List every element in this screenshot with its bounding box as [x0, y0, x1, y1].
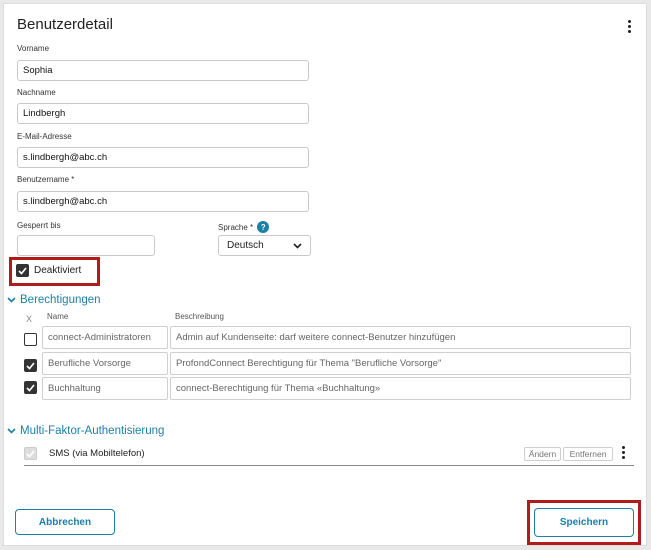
- username-field[interactable]: s.lindbergh@abc.ch: [17, 191, 309, 212]
- permission-description: connect-Berechtigung für Thema «Buchhalt…: [170, 377, 631, 400]
- mfa-change-button[interactable]: Ändern: [524, 447, 561, 461]
- permission-name: Buchhaltung: [42, 377, 168, 400]
- mfa-more-icon[interactable]: [622, 446, 626, 461]
- save-button[interactable]: Speichern: [534, 508, 634, 537]
- permission-checkbox[interactable]: [24, 333, 37, 346]
- user-detail-card: Benutzerdetail Vorname Sophia Nachname L…: [3, 3, 647, 546]
- email-field[interactable]: s.lindbergh@abc.ch: [17, 147, 309, 168]
- sprache-select[interactable]: Deutsch: [218, 235, 311, 256]
- permission-name: connect-Administratoren: [42, 326, 168, 349]
- mfa-remove-button[interactable]: Entfernen: [563, 447, 613, 461]
- gesperrt-label: Gesperrt bis: [17, 221, 61, 230]
- berechtigungen-title: Berechtigungen: [20, 294, 101, 306]
- vorname-field[interactable]: Sophia: [17, 60, 309, 81]
- sprache-label: Sprache *: [218, 222, 254, 232]
- permission-checkbox[interactable]: [24, 359, 37, 372]
- cancel-button[interactable]: Abbrechen: [15, 509, 115, 535]
- divider: [24, 465, 634, 466]
- username-label: Benutzername *: [17, 175, 75, 184]
- mfa-item-label: SMS (via Mobiltelefon): [49, 448, 145, 459]
- chevron-down-icon: [7, 297, 16, 303]
- mfa-title: Multi-Faktor-Authentisierung: [20, 425, 165, 437]
- deaktiviert-checkbox[interactable]: [16, 264, 29, 277]
- permission-description: Admin auf Kundenseite: darf weitere conn…: [170, 326, 631, 349]
- permission-name: Berufliche Vorsorge: [42, 352, 168, 375]
- page-title: Benutzerdetail: [17, 16, 113, 33]
- berechtigungen-header[interactable]: Berechtigungen: [7, 294, 101, 306]
- chevron-down-icon: [7, 428, 16, 434]
- deaktiviert-label: Deaktiviert: [34, 265, 82, 276]
- permission-checkbox[interactable]: [24, 381, 37, 394]
- column-header-x: X: [26, 314, 33, 324]
- help-icon[interactable]: ?: [257, 221, 270, 233]
- column-header-description: Beschreibung: [175, 312, 224, 321]
- nachname-field[interactable]: Lindbergh: [17, 103, 309, 124]
- deaktiviert-checkbox-row[interactable]: Deaktiviert: [16, 264, 81, 277]
- mfa-header[interactable]: Multi-Faktor-Authentisierung: [7, 425, 164, 437]
- mfa-checkbox: [24, 447, 37, 460]
- chevron-down-icon: [293, 242, 302, 249]
- permission-description: ProfondConnect Berechtigung für Thema "B…: [170, 352, 631, 375]
- email-label: E-Mail-Adresse: [17, 132, 72, 141]
- gesperrt-field[interactable]: [17, 235, 155, 256]
- more-options-icon[interactable]: [628, 20, 632, 35]
- vorname-label: Vorname: [17, 44, 50, 53]
- sprache-value: Deutsch: [227, 240, 264, 251]
- nachname-label: Nachname: [17, 88, 56, 97]
- column-header-name: Name: [47, 312, 69, 321]
- sprache-label-row: Sprache * ?: [218, 221, 270, 233]
